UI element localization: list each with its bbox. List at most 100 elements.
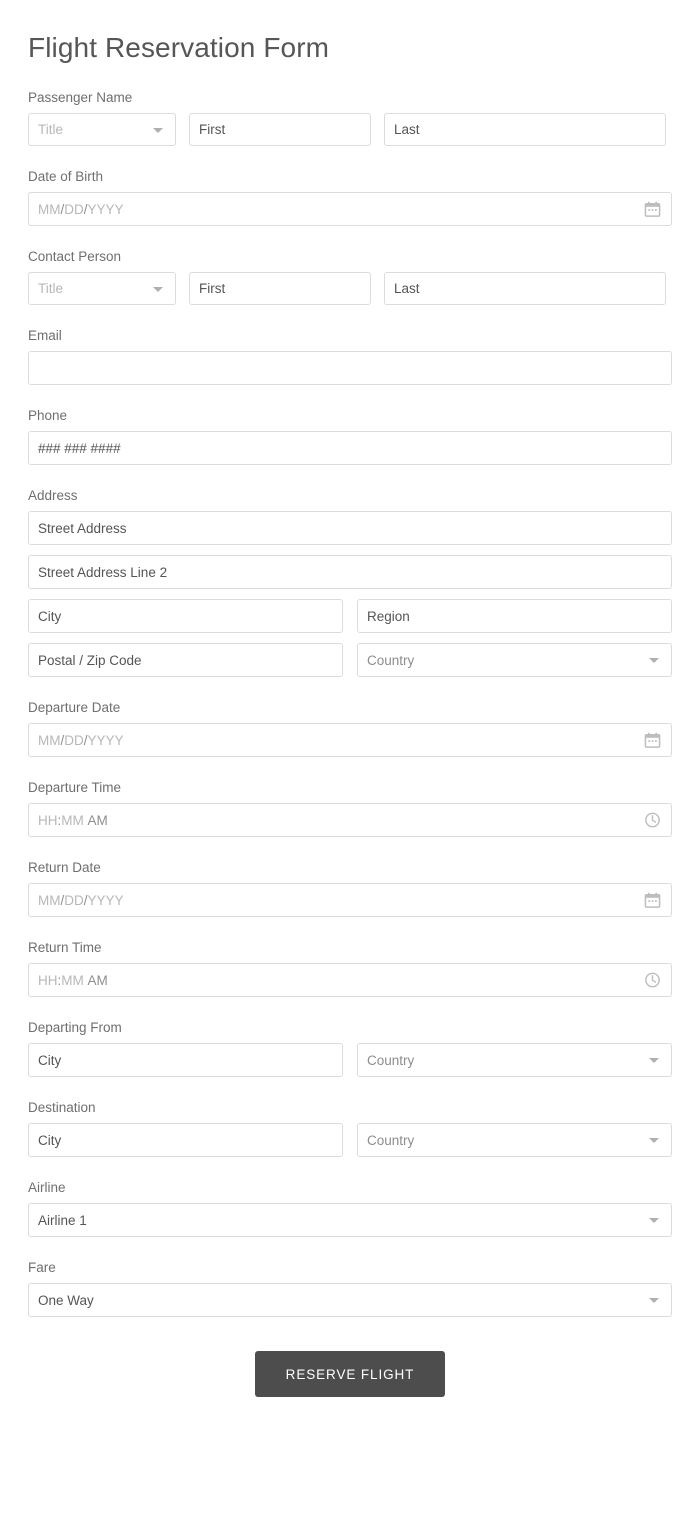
label-address: Address xyxy=(28,487,672,504)
airline-value: Airline 1 xyxy=(38,1213,87,1228)
label-passenger-name: Passenger Name xyxy=(28,89,672,106)
departure-date-mm: MM xyxy=(38,733,61,748)
address-street2-row: Street Address Line 2 xyxy=(28,555,672,589)
field-group-passenger-name: Passenger Name Title First Last xyxy=(0,89,700,146)
contact-last-name-placeholder: Last xyxy=(394,281,420,296)
destination-row: City Country xyxy=(28,1123,672,1157)
address-region-placeholder: Region xyxy=(367,609,410,624)
chevron-down-icon xyxy=(649,1298,659,1303)
label-return-time: Return Time xyxy=(28,939,672,956)
label-contact-person: Contact Person xyxy=(28,248,672,265)
address-postal-input[interactable]: Postal / Zip Code xyxy=(28,643,343,677)
departure-time-input[interactable]: HH:MM AM xyxy=(28,803,672,837)
address-street2-placeholder: Street Address Line 2 xyxy=(38,565,167,580)
calendar-icon[interactable] xyxy=(644,892,661,909)
label-departure-date: Departure Date xyxy=(28,699,672,716)
field-group-fare: Fare One Way xyxy=(0,1259,700,1317)
address-country-value: Country xyxy=(367,653,414,668)
return-date-dd: DD xyxy=(64,893,84,908)
dob-dd: DD xyxy=(64,202,84,217)
clock-icon[interactable] xyxy=(644,972,661,989)
return-time-row: HH:MM AM xyxy=(28,963,672,997)
departure-time-mm: MM xyxy=(61,813,84,828)
chevron-down-icon xyxy=(153,128,163,133)
return-time-hh: HH xyxy=(38,973,58,988)
return-date-input[interactable]: MM/DD/YYYY xyxy=(28,883,672,917)
passenger-last-name-input[interactable]: Last xyxy=(384,113,666,146)
passenger-last-name-placeholder: Last xyxy=(394,122,420,137)
address-city-input[interactable]: City xyxy=(28,599,343,633)
calendar-icon[interactable] xyxy=(644,732,661,749)
return-date-row: MM/DD/YYYY xyxy=(28,883,672,917)
field-group-email: Email xyxy=(0,327,700,385)
contact-title-select[interactable]: Title xyxy=(28,272,176,305)
contact-first-name-input[interactable]: First xyxy=(189,272,371,305)
chevron-down-icon xyxy=(649,1138,659,1143)
destination-country-select[interactable]: Country xyxy=(357,1123,672,1157)
address-street1-placeholder: Street Address xyxy=(38,521,127,536)
address-region-input[interactable]: Region xyxy=(357,599,672,633)
field-group-departure-time: Departure Time HH:MM AM xyxy=(0,779,700,837)
calendar-icon[interactable] xyxy=(644,201,661,218)
label-email: Email xyxy=(28,327,672,344)
passenger-first-name-placeholder: First xyxy=(199,122,225,137)
departure-time-meridiem[interactable]: AM xyxy=(88,813,108,828)
departing-from-city-placeholder: City xyxy=(38,1053,61,1068)
departure-date-input[interactable]: MM/DD/YYYY xyxy=(28,723,672,757)
chevron-down-icon xyxy=(649,1218,659,1223)
address-city-region-row: City Region xyxy=(28,599,672,633)
fare-value: One Way xyxy=(38,1293,94,1308)
label-departure-time: Departure Time xyxy=(28,779,672,796)
label-date-of-birth: Date of Birth xyxy=(28,168,672,185)
field-group-date-of-birth: Date of Birth MM/DD/YYYY xyxy=(0,168,700,226)
reserve-flight-button[interactable]: RESERVE FLIGHT xyxy=(255,1351,445,1397)
destination-city-input[interactable]: City xyxy=(28,1123,343,1157)
dob-mm: MM xyxy=(38,202,61,217)
passenger-first-name-input[interactable]: First xyxy=(189,113,371,146)
contact-person-row: Title First Last xyxy=(28,272,672,305)
submit-row: RESERVE FLIGHT xyxy=(0,1351,700,1426)
contact-title-value: Title xyxy=(38,281,63,296)
return-time-meridiem[interactable]: AM xyxy=(88,973,108,988)
passenger-name-row: Title First Last xyxy=(28,113,672,146)
passenger-title-select[interactable]: Title xyxy=(28,113,176,146)
field-group-return-date: Return Date MM/DD/YYYY xyxy=(0,859,700,917)
label-destination: Destination xyxy=(28,1099,672,1116)
departing-from-country-value: Country xyxy=(367,1053,414,1068)
return-time-input[interactable]: HH:MM AM xyxy=(28,963,672,997)
address-country-select[interactable]: Country xyxy=(357,643,672,677)
label-fare: Fare xyxy=(28,1259,672,1276)
address-street2-input[interactable]: Street Address Line 2 xyxy=(28,555,672,589)
fare-select[interactable]: One Way xyxy=(28,1283,672,1317)
phone-input[interactable]: ### ### #### xyxy=(28,431,672,465)
departure-date-row: MM/DD/YYYY xyxy=(28,723,672,757)
airline-row: Airline 1 xyxy=(28,1203,672,1237)
email-row xyxy=(28,351,672,385)
email-input[interactable] xyxy=(28,351,672,385)
date-of-birth-input[interactable]: MM/DD/YYYY xyxy=(28,192,672,226)
departing-from-city-input[interactable]: City xyxy=(28,1043,343,1077)
departure-date-dd: DD xyxy=(64,733,84,748)
clock-icon[interactable] xyxy=(644,812,661,829)
field-group-airline: Airline Airline 1 xyxy=(0,1179,700,1237)
address-postal-placeholder: Postal / Zip Code xyxy=(38,653,142,668)
return-time-mm: MM xyxy=(61,973,84,988)
departure-time-row: HH:MM AM xyxy=(28,803,672,837)
address-street1-input[interactable]: Street Address xyxy=(28,511,672,545)
field-group-return-time: Return Time HH:MM AM xyxy=(0,939,700,997)
airline-select[interactable]: Airline 1 xyxy=(28,1203,672,1237)
field-group-contact-person: Contact Person Title First Last xyxy=(0,248,700,305)
phone-placeholder: ### ### #### xyxy=(38,441,121,456)
date-of-birth-row: MM/DD/YYYY xyxy=(28,192,672,226)
address-city-placeholder: City xyxy=(38,609,61,624)
return-date-yyyy: YYYY xyxy=(88,893,124,908)
label-phone: Phone xyxy=(28,407,672,424)
contact-last-name-input[interactable]: Last xyxy=(384,272,666,305)
address-street1-row: Street Address xyxy=(28,511,672,545)
passenger-title-value: Title xyxy=(38,122,63,137)
field-group-destination: Destination City Country xyxy=(0,1099,700,1157)
phone-row: ### ### #### xyxy=(28,431,672,465)
departing-from-country-select[interactable]: Country xyxy=(357,1043,672,1077)
chevron-down-icon xyxy=(153,287,163,292)
field-group-departing-from: Departing From City Country xyxy=(0,1019,700,1077)
